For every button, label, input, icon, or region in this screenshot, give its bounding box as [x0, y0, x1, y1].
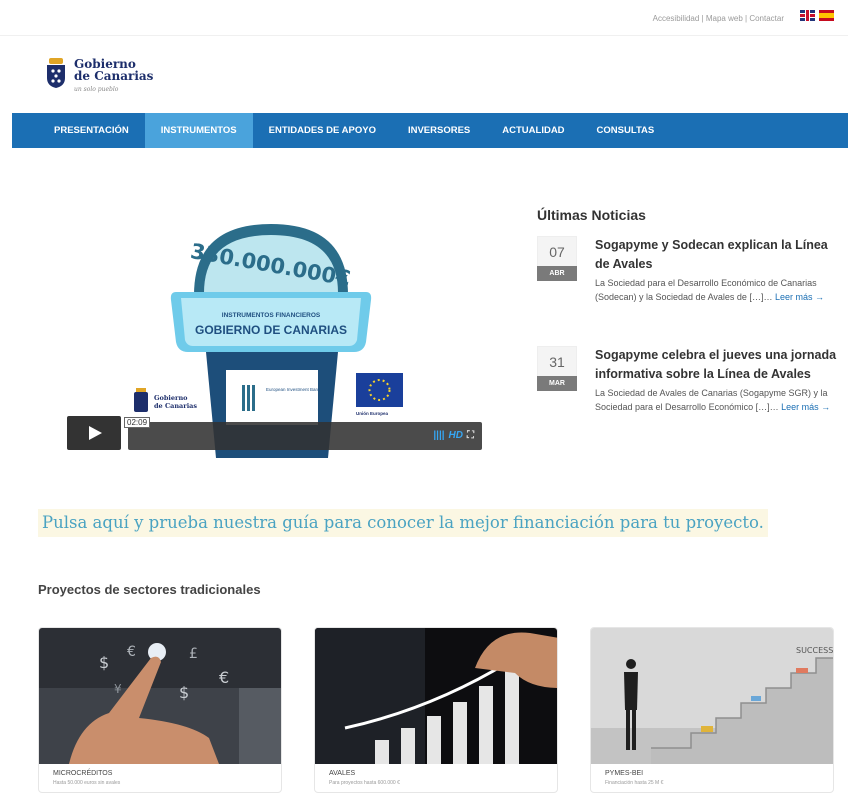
card-image: $ € £ € ¥ $: [39, 628, 281, 764]
read-more-link[interactable]: Leer más →: [775, 292, 824, 302]
section-title: Proyectos de sectores tradicionales: [38, 582, 261, 597]
fullscreen-icon[interactable]: ⛶: [467, 430, 474, 441]
news-headline[interactable]: Sogapyme celebra el jueves una jornada i…: [595, 346, 837, 384]
card-label: AVALES: [329, 770, 356, 777]
svg-text:€: €: [127, 644, 136, 660]
project-card-avales[interactable]: AVALES Para proyectos hasta 600.000 €: [314, 627, 558, 793]
card-label: MICROCRÉDITOS: [53, 770, 113, 777]
svg-text:$: $: [99, 653, 109, 672]
logo-motto: un solo pueblo: [74, 86, 119, 93]
nav-presentacion[interactable]: PRESENTACIÓN: [12, 113, 145, 148]
news-date: 07 ABR: [537, 236, 577, 281]
video-logo-line2: de Canarias: [154, 402, 197, 410]
utility-links: Accesibilidad | Mapa web | Contactar: [652, 14, 784, 23]
project-card-microcreditos[interactable]: $ € £ € ¥ $ MICROCRÉDITOS Hasta 50.000 e…: [38, 627, 282, 793]
main-nav: PRESENTACIÓN INSTRUMENTOS ENTIDADES DE A…: [12, 113, 848, 148]
card-image: SUCCESS: [591, 628, 833, 764]
band-subtitle: INSTRUMENTOS FINANCIEROS: [222, 312, 321, 319]
contact-link[interactable]: Contactar: [749, 14, 784, 23]
nav-entidades-apoyo[interactable]: ENTIDADES DE APOYO: [253, 113, 392, 148]
news-date: 31 MAR: [537, 346, 577, 391]
video-progress-bar[interactable]: |||| HD ⛶: [128, 422, 482, 450]
news-day: 31: [537, 346, 577, 376]
news-body: Sogapyme celebra el jueves una jornada i…: [595, 346, 837, 414]
news-month: ABR: [537, 266, 577, 281]
top-utility-bar: Accesibilidad | Mapa web | Contactar: [0, 0, 848, 36]
card-image: [315, 628, 557, 764]
video-player[interactable]: 330.000.000€ INSTRUMENTOS FINANCIEROS GO…: [66, 200, 482, 465]
news-excerpt: La Sociedad de Avales de Canarias (Sogap…: [595, 388, 831, 412]
card-subtitle: Hasta 50.000 euros sin avales: [53, 780, 121, 786]
card-label: PYMES-BEI: [605, 770, 644, 777]
project-card-pymes-bei[interactable]: SUCCESS PYMES-BEI Financiación hasta 25 …: [590, 627, 834, 793]
eu-logo-text: Unión Europea: [356, 411, 388, 416]
band-title: GOBIERNO DE CANARIAS: [195, 323, 347, 337]
hd-toggle[interactable]: HD: [449, 430, 463, 441]
play-icon[interactable]: [67, 416, 121, 450]
nav-consultas[interactable]: CONSULTAS: [581, 113, 671, 148]
coat-of-arms-icon: [47, 58, 65, 88]
video-time: 02:09: [124, 417, 151, 428]
financing-guide-link[interactable]: Pulsa aquí y prueba nuestra guía para co…: [38, 509, 768, 537]
nav-instrumentos[interactable]: INSTRUMENTOS: [144, 113, 253, 148]
news-heading: Últimas Noticias: [537, 207, 646, 223]
gobierno-logo[interactable]: Gobierno de Canarias un solo pueblo: [46, 48, 166, 104]
svg-text:SUCCESS: SUCCESS: [796, 646, 833, 655]
logo-wordmark: Gobierno de Canarias: [74, 57, 154, 83]
read-more-link[interactable]: Leer más →: [781, 402, 830, 412]
nav-inversores[interactable]: INVERSORES: [392, 113, 486, 148]
svg-text:¥: ¥: [114, 682, 122, 696]
svg-text:€: €: [219, 668, 229, 687]
card-subtitle: Financiación hasta 25 M €: [605, 780, 664, 786]
news-body: Sogapyme y Sodecan explican la Línea de …: [595, 236, 837, 304]
news-day: 07: [537, 236, 577, 266]
nav-actualidad[interactable]: ACTUALIDAD: [486, 113, 580, 148]
sitemap-link[interactable]: Mapa web: [706, 14, 743, 23]
svg-text:$: $: [179, 683, 189, 702]
svg-text:£: £: [189, 646, 198, 662]
news-excerpt: La Sociedad para el Desarrollo Económico…: [595, 278, 824, 302]
accessibility-link[interactable]: Accesibilidad: [653, 14, 700, 23]
spain-flag-icon[interactable]: [819, 10, 834, 21]
news-headline[interactable]: Sogapyme y Sodecan explican la Línea de …: [595, 236, 837, 274]
card-subtitle: Para proyectos hasta 600.000 €: [329, 780, 400, 786]
video-logo-line1: Gobierno: [154, 394, 188, 402]
uk-flag-icon[interactable]: [800, 10, 815, 21]
eib-logo-text: European Investment Bank: [266, 387, 321, 392]
news-month: MAR: [537, 376, 577, 391]
volume-icon[interactable]: ||||: [433, 430, 444, 441]
video-controls: |||| HD ⛶: [433, 430, 474, 441]
